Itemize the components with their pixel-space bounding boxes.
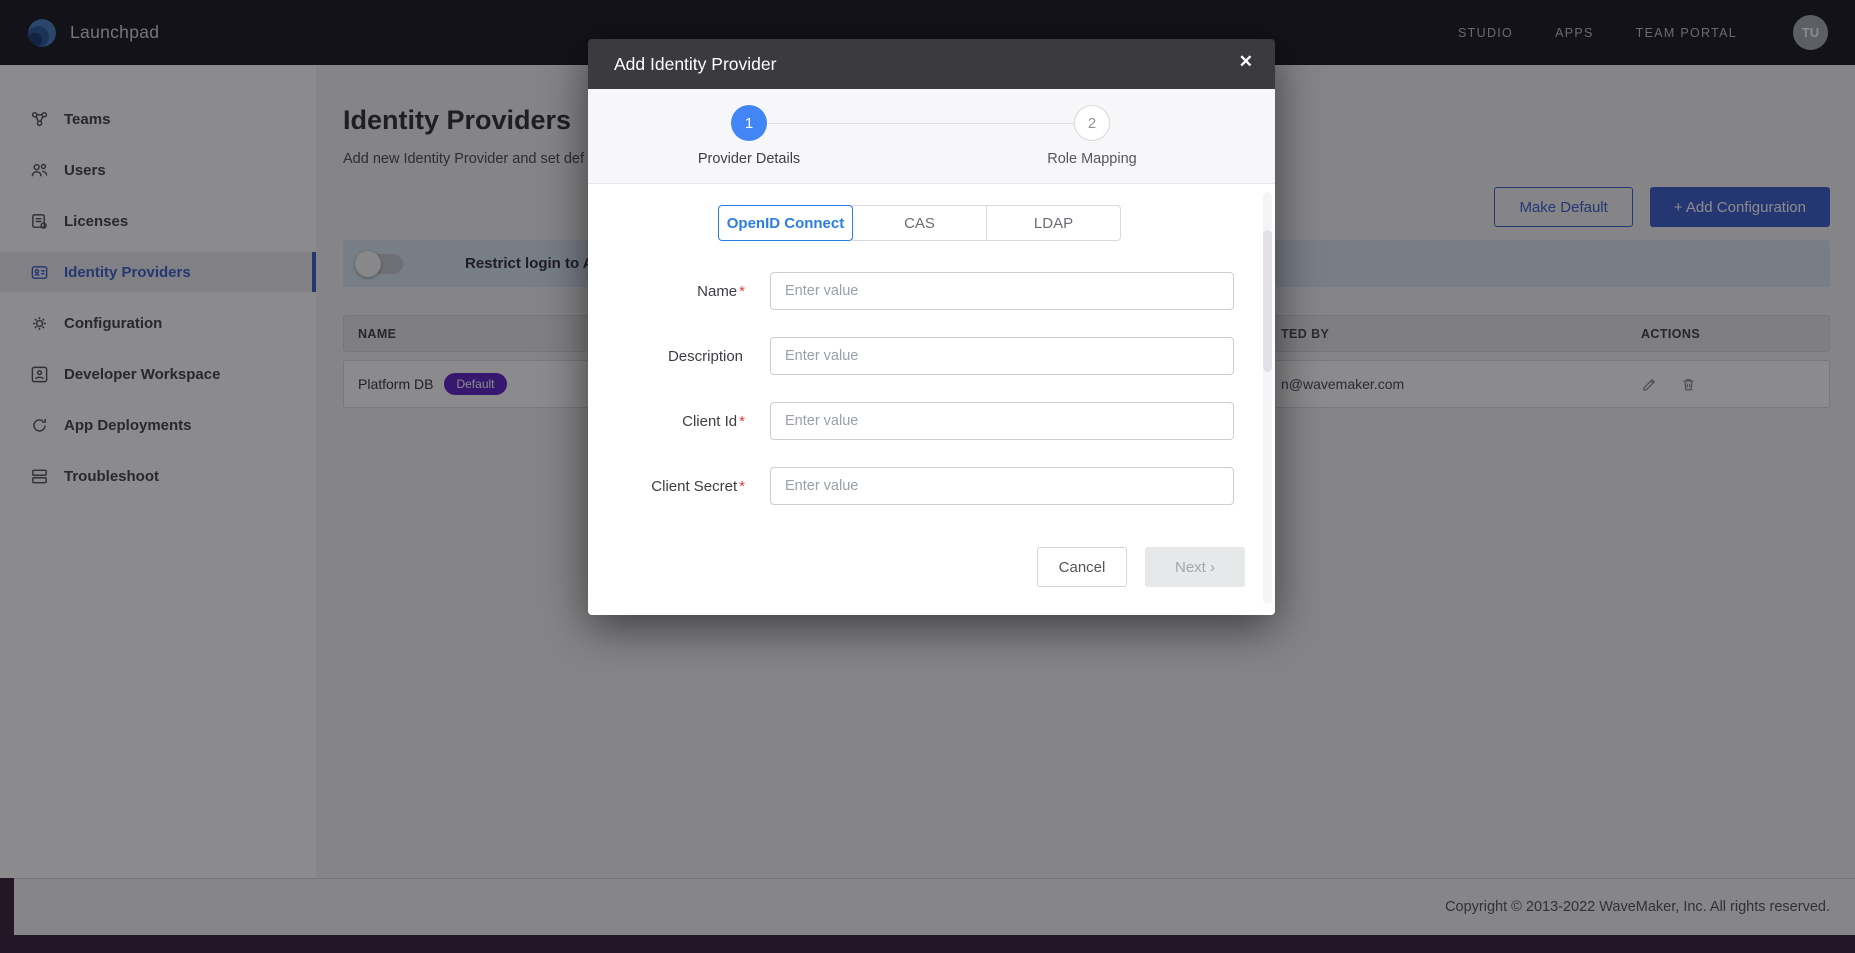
required-mark: * (739, 413, 745, 430)
form-row-client-id: Client Id* (588, 402, 1275, 440)
close-icon[interactable]: ✕ (1239, 52, 1253, 72)
required-mark: * (739, 283, 745, 300)
client-secret-label: Client Secret* (588, 478, 745, 495)
step-2-circle[interactable]: 2 (1074, 105, 1110, 141)
add-identity-provider-modal: Add Identity Provider ✕ 1 2 Provider Det… (588, 39, 1275, 615)
name-input[interactable] (770, 272, 1234, 310)
form-row-name: Name* (588, 272, 1275, 310)
stepper-connector (768, 123, 1074, 124)
client-id-input[interactable] (770, 402, 1234, 440)
tab-cas[interactable]: CAS (852, 205, 987, 241)
wizard-stepper: 1 2 Provider Details Role Mapping (588, 89, 1275, 184)
tab-openid-connect[interactable]: OpenID Connect (718, 205, 853, 241)
description-input[interactable] (770, 337, 1234, 375)
app-root: Launchpad STUDIO APPS TEAM PORTAL TU Tea… (0, 0, 1855, 953)
required-mark: * (739, 478, 745, 495)
modal-actions: Cancel Next › (588, 547, 1275, 587)
modal-title: Add Identity Provider (614, 54, 776, 75)
form-row-description: Description (588, 337, 1275, 375)
modal-header: Add Identity Provider ✕ (588, 39, 1275, 89)
tab-ldap[interactable]: LDAP (986, 205, 1121, 241)
provider-type-tabs: OpenID Connect CAS LDAP (718, 205, 1121, 241)
step-1-circle[interactable]: 1 (731, 105, 767, 141)
modal-scrollbar-thumb[interactable] (1263, 230, 1272, 372)
step-1-label: Provider Details (669, 151, 829, 167)
name-label: Name* (588, 283, 745, 300)
form-row-client-secret: Client Secret* (588, 467, 1275, 505)
step-2-label: Role Mapping (1012, 151, 1172, 167)
next-button[interactable]: Next › (1145, 547, 1245, 587)
client-secret-input[interactable] (770, 467, 1234, 505)
client-id-label: Client Id* (588, 413, 745, 430)
cancel-button[interactable]: Cancel (1037, 547, 1127, 587)
description-label: Description (588, 348, 745, 365)
provider-details-form: Name* Description Client Id* Client Secr… (588, 272, 1275, 532)
modal-body: OpenID Connect CAS LDAP Name* Descriptio… (588, 184, 1275, 615)
